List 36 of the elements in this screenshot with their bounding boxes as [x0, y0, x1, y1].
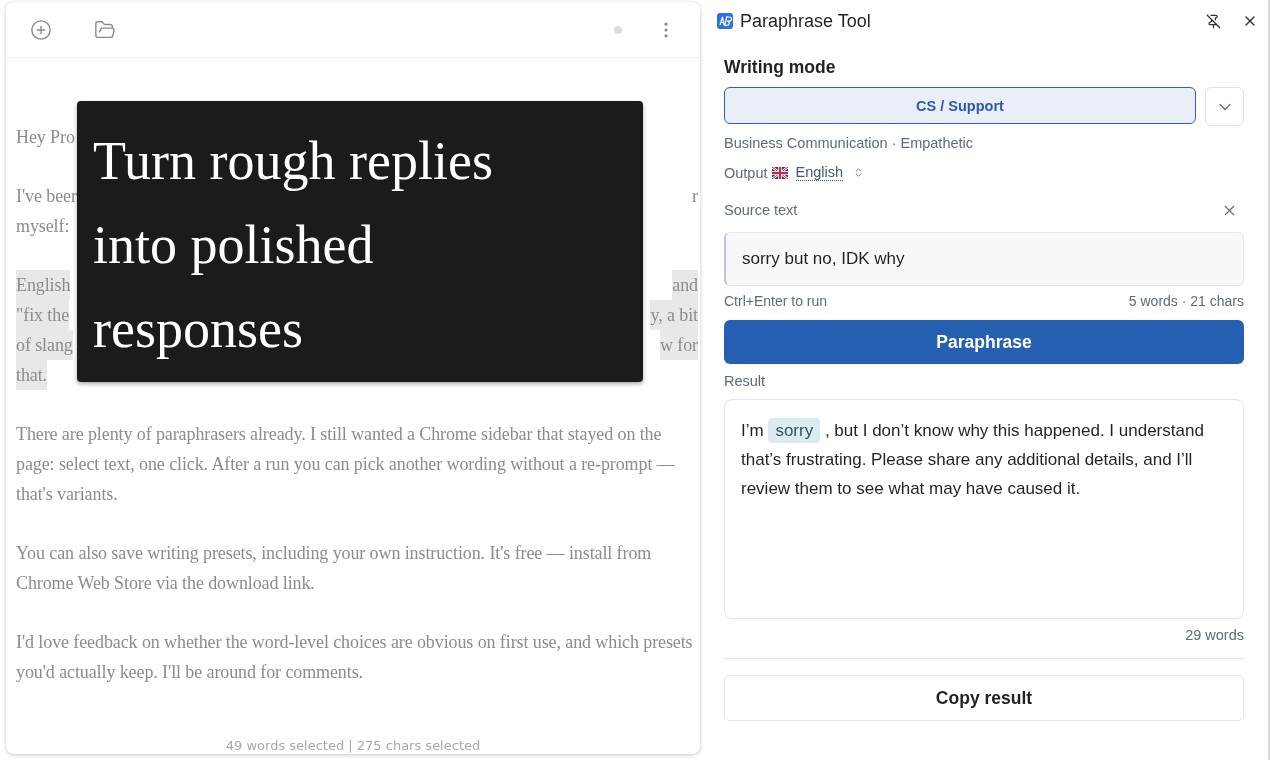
paragraph-text: r: [692, 185, 698, 208]
shortcut-hint: Ctrl+Enter to run: [724, 293, 828, 309]
paraphrase-button[interactable]: Paraphrase: [724, 320, 1244, 364]
paragraph-text: w for: [660, 330, 698, 360]
field-label: Result: [724, 373, 767, 389]
paragraph-text: of slang: [16, 330, 73, 360]
caption-text: Turn rough replies into polished responses: [93, 130, 494, 361]
mode-detail: Business Communication · Empathetic: [724, 135, 975, 151]
paragraph-text: English: [16, 270, 71, 300]
section-heading: Writing mode: [724, 57, 837, 78]
source-count: 5 words · 21 chars: [1128, 293, 1244, 309]
language-link[interactable]: English: [795, 164, 844, 181]
paragraph-text: and: [672, 270, 698, 300]
field-label: Source text: [724, 202, 798, 218]
paragraph-text: myself:: [16, 215, 70, 238]
paragraph-text: You can also save writing presets, including your own instruction. It's free — install from Chrome Web Store via the download link.: [16, 542, 653, 595]
paragraph-text: y, a bit: [650, 300, 698, 330]
logo-icon: [717, 13, 733, 29]
selection-status: 49 words selected | 275 chars selected: [224, 738, 482, 754]
source-field[interactable]: sorry but no, IDK why: [724, 232, 1244, 286]
result-text: I’m sorry , but I don’t know why this happened. I understand that’s frustrating. Please share any additional details, and I’ll review them to see what may have caused it.: [724, 399, 1244, 619]
paragraph-text: Hey Pro: [16, 126, 75, 149]
paragraph-text: I'd love feedback on whether the word-level choices are obvious on first use, and which presets you'd actually keep. I'll be around for comments.: [16, 631, 694, 684]
status-dot: [614, 25, 622, 34]
paragraph-text: There are plenty of paraphrasers already. I still wanted a Chrome sidebar that stayed on the page: select text, one click. After a run you can pick another wording without a re-prompt — that's variants.: [16, 423, 676, 506]
flag-icon: [771, 166, 788, 179]
paragraph-text: that.: [16, 360, 47, 390]
paragraph-text: "fix the: [16, 300, 70, 330]
folder-icon[interactable]: [94, 18, 116, 41]
result-count: 29 words: [1184, 627, 1244, 643]
mode-button[interactable]: CS / Support: [724, 87, 1196, 124]
output-label: Output: [724, 164, 768, 181]
panel-title: Paraphrase Tool: [740, 10, 871, 32]
copy-button[interactable]: Copy result: [724, 675, 1244, 721]
add-icon[interactable]: [30, 18, 52, 41]
paragraph-text: I've beer: [16, 185, 77, 208]
